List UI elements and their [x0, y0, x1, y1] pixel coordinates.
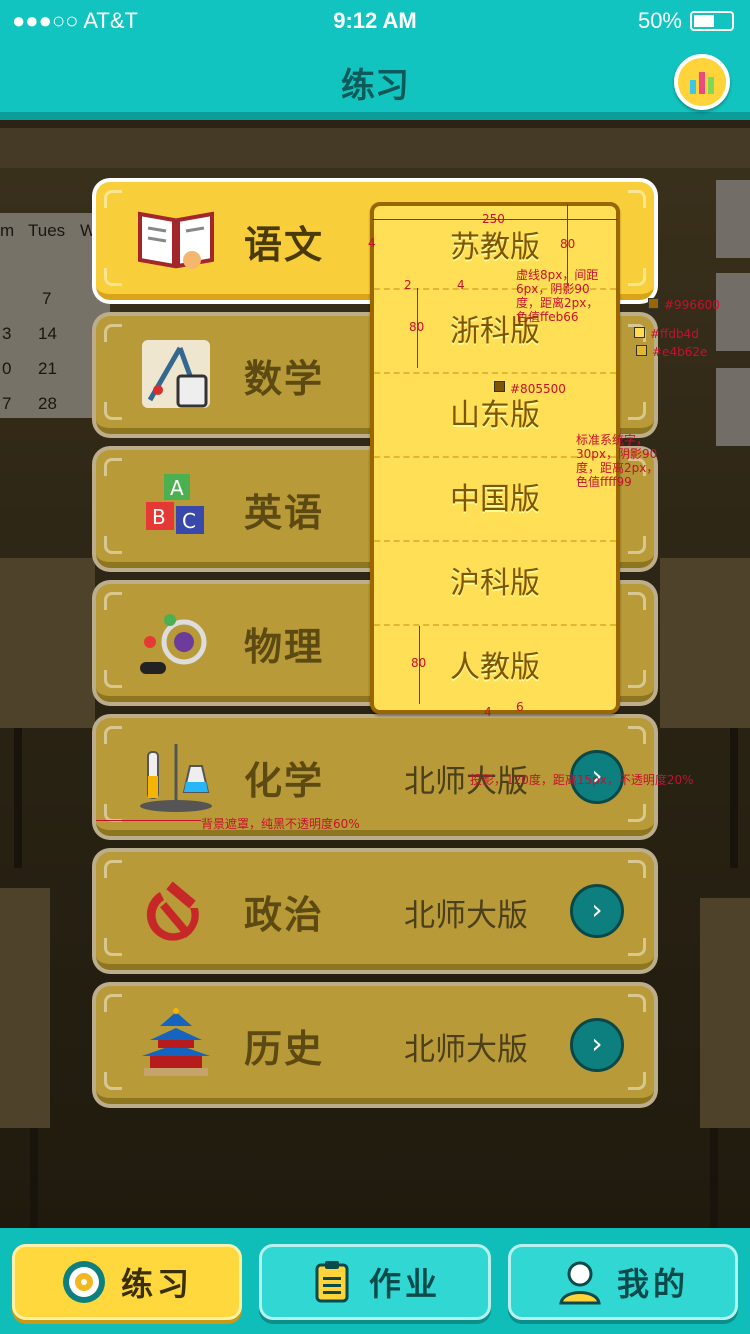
subject-card[interactable]: 历史 北师大版 › [92, 982, 658, 1108]
annotation-gap: 4 [457, 278, 465, 292]
edition-label: 北师大版 [404, 1032, 528, 1068]
annotation-color: #805500 [510, 382, 566, 396]
lab-flask-icon [136, 736, 216, 816]
open-book-icon [136, 200, 216, 280]
annotation-width: 250 [482, 212, 505, 226]
subject-name: 物理 [244, 625, 325, 669]
subject-name: 数学 [244, 357, 325, 401]
abc-blocks-icon: ABC [136, 468, 216, 548]
target-icon [62, 1261, 105, 1303]
annotation-height: 80 [411, 656, 427, 670]
annotation-gap: 6 [516, 700, 524, 714]
nav-bar: 练习 [0, 40, 750, 120]
battery-icon [690, 11, 734, 31]
math-tools-icon [136, 334, 216, 414]
temple-icon [136, 1004, 216, 1084]
annotation-color: #ffdb4d [650, 327, 699, 341]
annotation-height: 80 [560, 237, 576, 251]
annotation-dashed-line: 虚线8px，间距 6px，阴影90 度，距离2px， 色值ffeb66 [516, 268, 599, 324]
annotation-height: 80 [409, 320, 425, 334]
tab-mine[interactable]: 我的 [508, 1244, 738, 1320]
annotation-mask: 背景遮罩，纯黑不透明度60% [201, 817, 360, 831]
hammer-sickle-icon [136, 870, 216, 950]
annotation-color: #996600 [664, 298, 720, 312]
svg-text:A: A [170, 476, 184, 500]
tab-label: 练习 [120, 1265, 193, 1303]
tab-bar: 练习 作业 我的 [0, 1228, 750, 1334]
annotation-gap: 4 [484, 705, 492, 719]
svg-text:C: C [182, 509, 196, 533]
bar-chart-icon [690, 72, 714, 94]
subject-name: 政治 [244, 893, 325, 937]
page-title: 练习 [341, 66, 409, 106]
subject-name: 英语 [244, 491, 325, 535]
subject-name: 语文 [244, 223, 325, 267]
subject-name: 化学 [244, 759, 325, 803]
annotation-gap: 4 [368, 236, 376, 250]
annotation-color: #e4b62e [652, 345, 708, 359]
user-icon [559, 1261, 601, 1305]
subject-card[interactable]: 政治 北师大版 › [92, 848, 658, 974]
battery-indicator: 50% [638, 8, 734, 34]
chevron-right-icon[interactable]: › [570, 1018, 624, 1072]
battery-percent: 50% [637, 8, 682, 33]
tab-homework[interactable]: 作业 [259, 1244, 491, 1320]
tab-label: 我的 [616, 1265, 689, 1303]
atom-icon [136, 602, 216, 682]
annotation-gap: 2 [404, 278, 412, 292]
clipboard-icon [315, 1261, 349, 1303]
status-bar: ●●●○○ AT&T 9:12 AM 50% [0, 0, 750, 40]
chevron-right-icon[interactable]: › [570, 884, 624, 938]
edition-label: 北师大版 [404, 898, 528, 934]
annotation-shadow: 投影，120度，距离15px，不透明度20% [470, 773, 694, 787]
annotation-font: 标准系统字， 30px，阴影90 度，距离2px， 色值ffff99 [576, 433, 659, 489]
tab-label: 作业 [368, 1265, 441, 1303]
edition-option[interactable]: 沪科版 [374, 542, 616, 626]
svg-text:B: B [152, 505, 166, 529]
stats-button[interactable] [674, 54, 730, 110]
subject-name: 历史 [244, 1027, 325, 1071]
tab-practice[interactable]: 练习 [12, 1244, 242, 1320]
